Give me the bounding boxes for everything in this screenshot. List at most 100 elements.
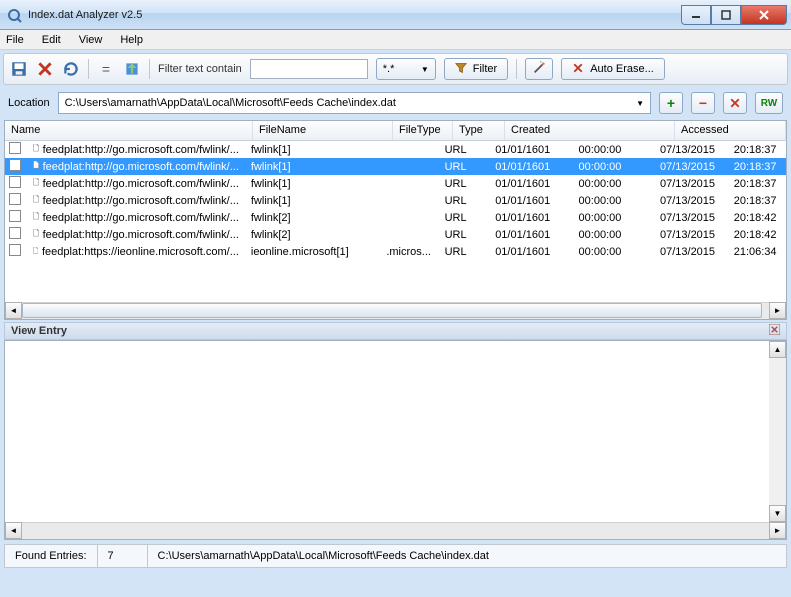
- row-created-date: 01/01/1601: [489, 212, 572, 224]
- row-filename: ieonline.microsoft[1]: [245, 246, 380, 258]
- col-filetype[interactable]: FileType: [393, 121, 453, 140]
- row-created-date: 01/01/1601: [489, 195, 572, 207]
- found-entries-label: Found Entries:: [5, 545, 98, 567]
- row-checkbox[interactable]: [5, 210, 27, 225]
- row-created-date: 01/01/1601: [489, 161, 572, 173]
- row-accessed-time: 21:06:34: [728, 246, 786, 258]
- scroll-track[interactable]: [22, 302, 769, 319]
- auto-erase-button[interactable]: Auto Erase...: [561, 58, 665, 80]
- table-row[interactable]: feedplat:http://go.microsoft.com/fwlink/…: [5, 175, 786, 192]
- view-entry-label: View Entry: [11, 325, 67, 337]
- export-icon[interactable]: [123, 60, 141, 78]
- table-row[interactable]: feedplat:http://go.microsoft.com/fwlink/…: [5, 209, 786, 226]
- scroll-left-icon[interactable]: ◄: [5, 302, 22, 319]
- row-name: feedplat:https://ieonline.microsoft.com/…: [42, 246, 239, 258]
- scroll-right-icon[interactable]: ►: [769, 302, 786, 319]
- row-created-date: 01/01/1601: [489, 246, 572, 258]
- row-created-time: 00:00:00: [573, 246, 654, 258]
- row-accessed-time: 20:18:42: [728, 212, 786, 224]
- save-icon[interactable]: [10, 60, 28, 78]
- row-created-time: 00:00:00: [573, 212, 654, 224]
- row-checkbox[interactable]: [5, 227, 27, 242]
- row-accessed-date: 07/13/2015: [654, 229, 728, 241]
- ve-h-scrollbar[interactable]: ◄ ►: [5, 522, 786, 539]
- app-icon: [6, 7, 22, 23]
- file-icon: [33, 143, 39, 157]
- table-row[interactable]: feedplat:http://go.microsoft.com/fwlink/…: [5, 226, 786, 243]
- row-created-time: 00:00:00: [573, 178, 654, 190]
- file-icon: [33, 228, 39, 242]
- table-row[interactable]: feedplat:http://go.microsoft.com/fwlink/…: [5, 141, 786, 158]
- menu-file[interactable]: File: [6, 34, 24, 46]
- col-filename[interactable]: FileName: [253, 121, 393, 140]
- add-location-button[interactable]: +: [659, 92, 683, 114]
- scroll-thumb[interactable]: [22, 303, 762, 318]
- v-scrollbar[interactable]: ▲ ▼: [769, 341, 786, 522]
- equals-icon[interactable]: =: [97, 60, 115, 78]
- row-created-date: 01/01/1601: [489, 229, 572, 241]
- remove-location-button[interactable]: −: [691, 92, 715, 114]
- menubar: File Edit View Help: [0, 30, 791, 50]
- location-dropdown[interactable]: C:\Users\amarnath\AppData\Local\Microsof…: [58, 92, 651, 114]
- scroll-down-icon[interactable]: ▼: [769, 505, 786, 522]
- row-checkbox[interactable]: [5, 193, 27, 208]
- menu-help[interactable]: Help: [120, 34, 143, 46]
- row-filename: fwlink[1]: [245, 195, 380, 207]
- close-pane-icon[interactable]: [769, 324, 780, 338]
- row-type: URL: [439, 212, 490, 224]
- scroll-left-icon[interactable]: ◄: [5, 522, 22, 539]
- row-accessed-date: 07/13/2015: [654, 178, 728, 190]
- row-filename: fwlink[2]: [245, 229, 380, 241]
- toolbar: = Filter text contain *.* ▼ Filter Auto …: [3, 53, 788, 85]
- scroll-track[interactable]: [22, 522, 769, 539]
- wildcard-dropdown[interactable]: *.* ▼: [376, 58, 436, 80]
- wand-button[interactable]: [525, 58, 553, 80]
- menu-view[interactable]: View: [79, 34, 103, 46]
- h-scrollbar[interactable]: ◄ ►: [5, 302, 786, 319]
- location-path: C:\Users\amarnath\AppData\Local\Microsof…: [65, 97, 396, 109]
- row-filename: fwlink[1]: [245, 144, 380, 156]
- rw-button[interactable]: RW: [755, 92, 783, 114]
- row-checkbox[interactable]: [5, 244, 27, 259]
- table-row[interactable]: feedplat:http://go.microsoft.com/fwlink/…: [5, 158, 786, 175]
- row-checkbox[interactable]: [5, 142, 27, 157]
- close-button[interactable]: [741, 5, 787, 25]
- table-row[interactable]: feedplat:http://go.microsoft.com/fwlink/…: [5, 192, 786, 209]
- row-name: feedplat:http://go.microsoft.com/fwlink/…: [43, 178, 239, 190]
- filter-button[interactable]: Filter: [444, 58, 508, 80]
- minimize-button[interactable]: [681, 5, 711, 25]
- wand-icon: [532, 61, 546, 78]
- scroll-up-icon[interactable]: ▲: [769, 341, 786, 358]
- row-filename: fwlink[1]: [245, 178, 380, 190]
- row-name: feedplat:http://go.microsoft.com/fwlink/…: [43, 229, 239, 241]
- col-name[interactable]: Name: [5, 121, 253, 140]
- row-name: feedplat:http://go.microsoft.com/fwlink/…: [43, 161, 239, 173]
- delete-location-button[interactable]: [723, 92, 747, 114]
- row-type: URL: [439, 178, 490, 190]
- status-path: C:\Users\amarnath\AppData\Local\Microsof…: [148, 545, 786, 567]
- row-accessed-time: 20:18:42: [728, 229, 786, 241]
- row-name: feedplat:http://go.microsoft.com/fwlink/…: [43, 212, 239, 224]
- menu-edit[interactable]: Edit: [42, 34, 61, 46]
- found-entries-count: 7: [98, 545, 148, 567]
- col-created[interactable]: Created: [505, 121, 675, 140]
- col-accessed[interactable]: Accessed: [675, 121, 786, 140]
- row-checkbox[interactable]: [5, 159, 27, 174]
- col-type[interactable]: Type: [453, 121, 505, 140]
- row-type: URL: [439, 229, 490, 241]
- location-label: Location: [8, 97, 50, 109]
- row-type: URL: [439, 246, 490, 258]
- row-accessed-date: 07/13/2015: [654, 144, 728, 156]
- delete-icon[interactable]: [36, 60, 54, 78]
- filter-input[interactable]: [250, 59, 368, 79]
- row-checkbox[interactable]: [5, 176, 27, 191]
- row-created-time: 00:00:00: [573, 195, 654, 207]
- chevron-down-icon: ▼: [421, 65, 429, 74]
- maximize-button[interactable]: [711, 5, 741, 25]
- row-accessed-time: 20:18:37: [728, 195, 786, 207]
- row-created-time: 00:00:00: [573, 144, 654, 156]
- scroll-right-icon[interactable]: ►: [769, 522, 786, 539]
- file-icon: [33, 211, 39, 225]
- table-row[interactable]: feedplat:https://ieonline.microsoft.com/…: [5, 243, 786, 260]
- refresh-icon[interactable]: [62, 60, 80, 78]
